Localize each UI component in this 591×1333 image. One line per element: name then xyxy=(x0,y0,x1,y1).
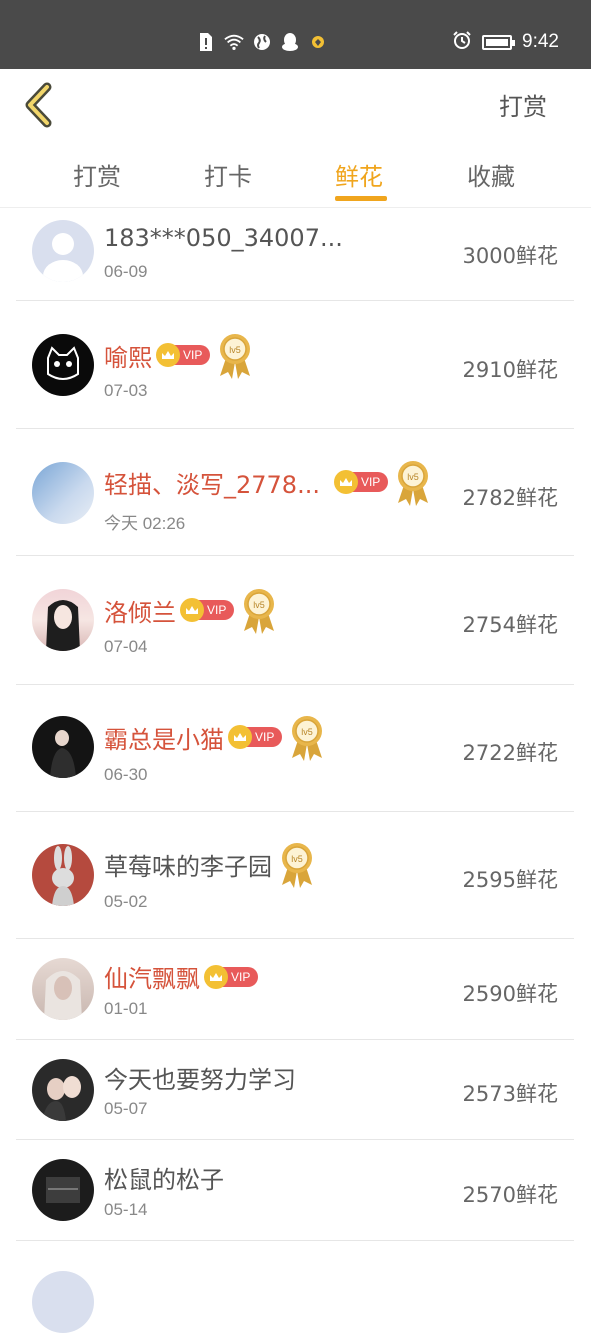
level-medal-icon: lv5 xyxy=(220,334,251,379)
svg-text:lv5: lv5 xyxy=(302,727,314,737)
name-line: 轻描、淡写_2778... VIP lv5 xyxy=(104,457,432,507)
vip-badge: VIP xyxy=(204,964,259,989)
flower-amount: 2910鲜花 xyxy=(462,358,558,382)
svg-text:lv5: lv5 xyxy=(254,600,266,610)
level-medal-icon: lv5 xyxy=(292,716,323,761)
avatar xyxy=(32,462,94,524)
flower-amount: 2573鲜花 xyxy=(462,1082,558,1106)
crown-icon xyxy=(228,725,252,749)
user-name: 草莓味的李子园 xyxy=(104,852,272,881)
vip-badge: VIP xyxy=(180,598,235,622)
flower-amount: 2590鲜花 xyxy=(462,982,558,1006)
crown-icon xyxy=(180,598,204,622)
status-icons xyxy=(196,32,328,52)
vip-badge: VIP xyxy=(333,470,389,494)
sim-alert-icon xyxy=(196,32,216,52)
reward-button[interactable]: 打赏 xyxy=(499,87,547,122)
user-name: 183***050_34007... xyxy=(104,224,343,252)
tab-reward[interactable]: 打赏 xyxy=(73,157,121,192)
status-bar: 9:42 xyxy=(0,0,591,69)
tab-checkin[interactable]: 打卡 xyxy=(204,157,252,192)
battery-icon xyxy=(482,34,516,50)
date: 05-02 xyxy=(104,892,148,911)
flower-amount: 2754鲜花 xyxy=(462,613,558,637)
name-line: 松鼠的松子 xyxy=(104,1160,224,1195)
avatar xyxy=(32,589,94,651)
list-item[interactable]: 松鼠的松子 05-14 2570鲜花 xyxy=(16,1140,574,1241)
notification-app-icon xyxy=(308,32,328,52)
flower-amount: 2722鲜花 xyxy=(462,741,558,765)
globe-icon xyxy=(252,32,272,52)
user-name: 洛倾兰 xyxy=(104,598,176,627)
date: 05-14 xyxy=(104,1200,148,1219)
date: 01-01 xyxy=(104,999,148,1018)
avatar xyxy=(32,958,94,1020)
status-time: 9:42 xyxy=(522,31,559,52)
wifi-icon xyxy=(224,32,244,52)
svg-text:lv5: lv5 xyxy=(408,472,420,482)
header: 打赏 xyxy=(0,69,591,139)
user-name: 喻熙 xyxy=(104,343,152,372)
flower-amount: 2570鲜花 xyxy=(462,1183,558,1207)
svg-text:lv5: lv5 xyxy=(291,854,303,864)
list-item-partial[interactable] xyxy=(16,1241,574,1333)
avatar xyxy=(32,1159,94,1221)
user-name: 轻描、淡写_2778... xyxy=(104,470,320,499)
name-line: 霸总是小猫 VIP lv5 xyxy=(104,712,326,762)
date: 06-09 xyxy=(104,262,148,281)
avatar xyxy=(32,334,94,396)
level-medal-icon: lv5 xyxy=(244,589,275,634)
avatar xyxy=(32,1271,94,1333)
list-item[interactable]: 仙汽飘飘 VIP 01-01 2590鲜花 xyxy=(16,939,574,1040)
level-medal-icon: lv5 xyxy=(398,461,429,506)
vip-badge: VIP xyxy=(156,343,211,367)
avatar xyxy=(32,716,94,778)
back-arrow-icon xyxy=(25,82,52,128)
user-name: 松鼠的松子 xyxy=(104,1166,224,1194)
avatar xyxy=(32,844,94,906)
user-name: 今天也要努力学习 xyxy=(104,1066,296,1094)
status-right: 9:42 xyxy=(452,30,559,54)
flower-ranking-list: 183***050_34007... 06-09 3000鲜花 喻熙 VIP l… xyxy=(16,208,574,1333)
list-item[interactable]: 183***050_34007... 06-09 3000鲜花 xyxy=(16,208,574,301)
level-medal-icon: lv5 xyxy=(282,843,312,888)
avatar xyxy=(32,220,94,282)
crown-icon xyxy=(333,470,358,494)
list-item[interactable]: 霸总是小猫 VIP lv5 06-30 2722鲜花 xyxy=(16,685,574,812)
user-name: 仙汽飘飘 xyxy=(104,965,200,993)
crown-icon xyxy=(204,964,228,989)
flower-amount: 3000鲜花 xyxy=(462,244,558,268)
tab-favorites[interactable]: 收藏 xyxy=(467,157,515,192)
back-button[interactable] xyxy=(20,79,60,129)
list-item[interactable]: 轻描、淡写_2778... VIP lv5 今天 02:26 2782鲜花 xyxy=(16,429,574,556)
date: 07-04 xyxy=(104,637,148,656)
tab-flowers[interactable]: 鲜花 xyxy=(335,157,383,192)
name-line: 草莓味的李子园 lv5 xyxy=(104,839,316,889)
name-line: 喻熙 VIP lv5 xyxy=(104,330,254,380)
crown-icon xyxy=(156,343,180,367)
date: 07-03 xyxy=(104,381,148,400)
qq-icon xyxy=(280,32,300,52)
vip-badge: VIP xyxy=(228,725,283,749)
date: 今天 02:26 xyxy=(104,514,186,533)
name-line: 183***050_34007... xyxy=(104,224,343,252)
name-line: 仙汽飘飘 VIP xyxy=(104,959,259,994)
list-item[interactable]: 喻熙 VIP lv5 07-03 2910鲜花 xyxy=(16,301,574,429)
active-tab-indicator xyxy=(335,196,387,201)
alarm-icon xyxy=(452,30,472,54)
user-name: 霸总是小猫 xyxy=(104,725,224,754)
list-item[interactable]: 今天也要努力学习 05-07 2573鲜花 xyxy=(16,1040,574,1140)
list-item[interactable]: 洛倾兰 VIP lv5 07-04 2754鲜花 xyxy=(16,556,574,685)
flower-amount: 2595鲜花 xyxy=(462,868,558,892)
list-item[interactable]: 草莓味的李子园 lv5 05-02 2595鲜花 xyxy=(16,812,574,939)
flower-amount: 2782鲜花 xyxy=(462,486,558,510)
date: 05-07 xyxy=(104,1099,148,1118)
svg-text:lv5: lv5 xyxy=(230,345,242,355)
avatar xyxy=(32,1059,94,1121)
name-line: 洛倾兰 VIP lv5 xyxy=(104,585,278,635)
tab-bar: 打赏 打卡 鲜花 收藏 xyxy=(0,139,591,208)
date: 06-30 xyxy=(104,765,148,784)
name-line: 今天也要努力学习 xyxy=(104,1060,296,1095)
